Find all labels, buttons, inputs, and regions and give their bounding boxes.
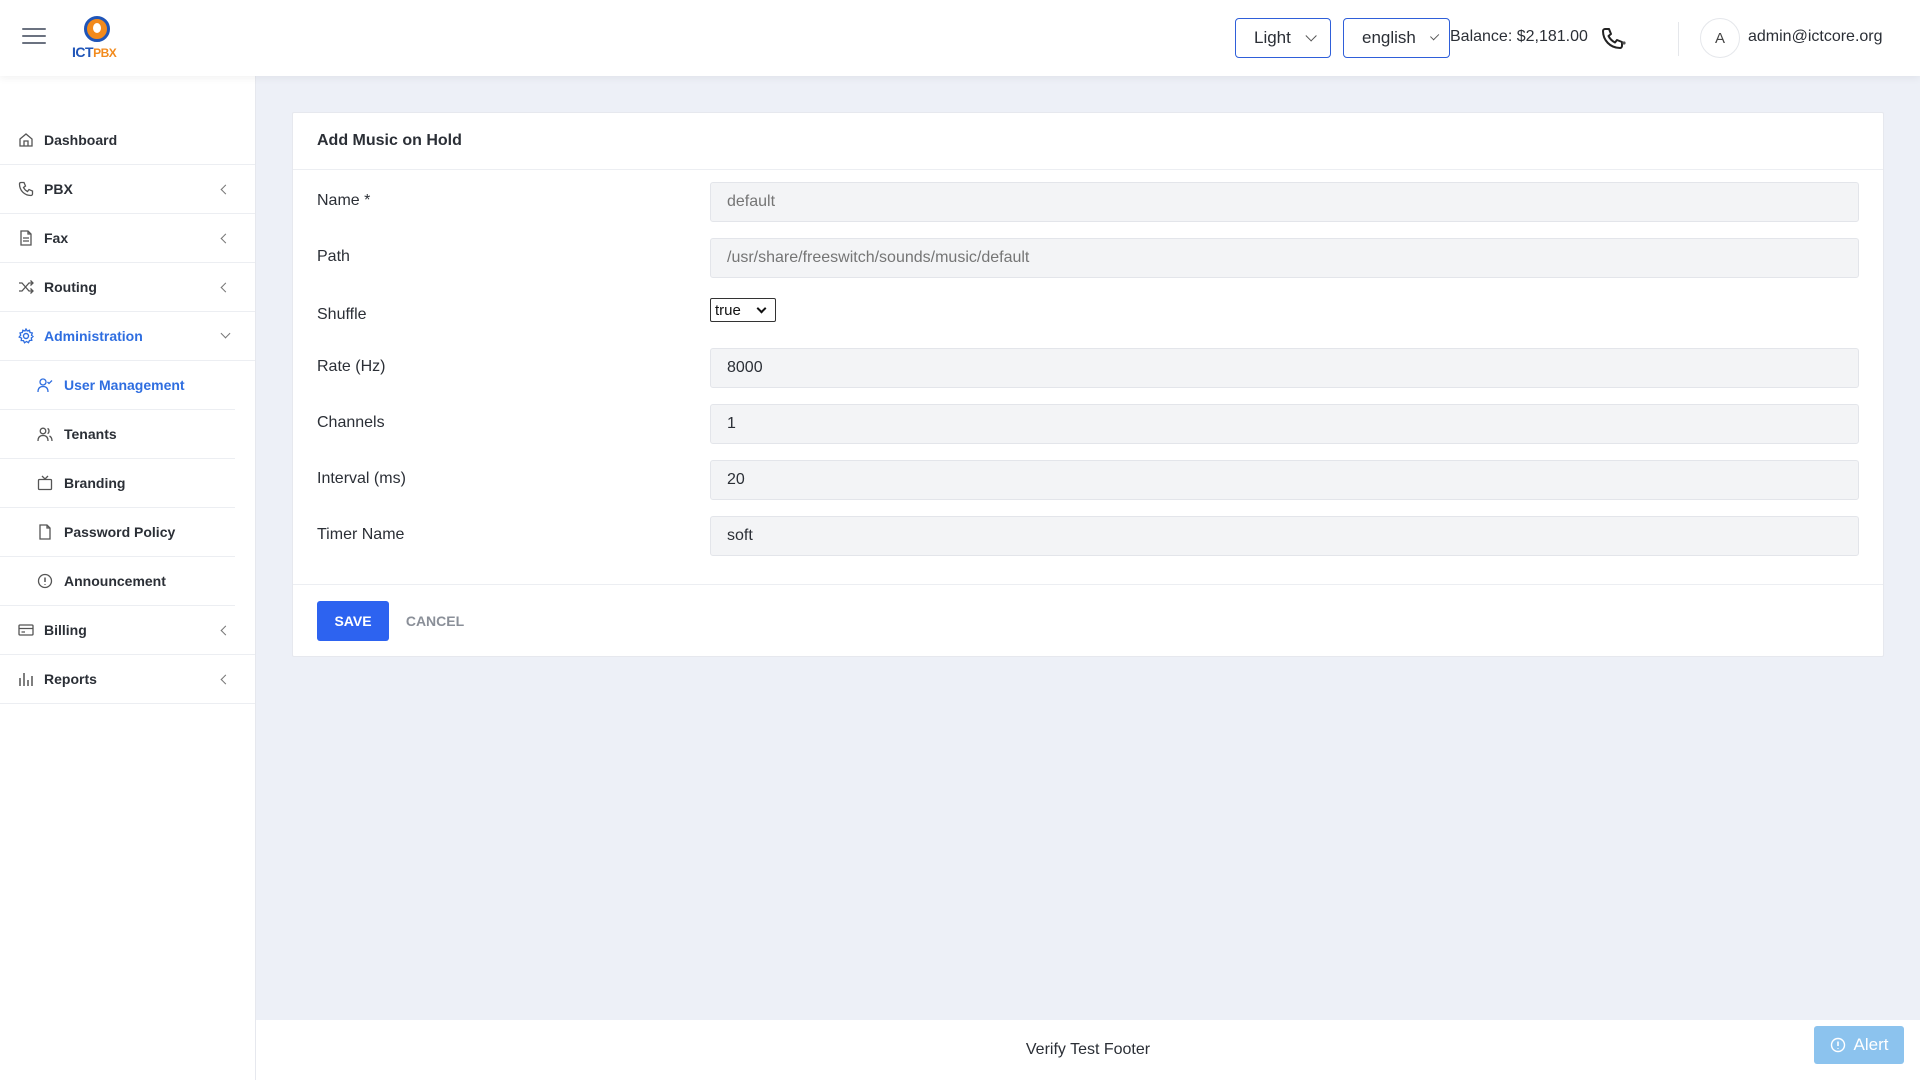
phone-icon[interactable]	[1600, 27, 1626, 49]
form-row-name: Name *	[293, 182, 1883, 222]
form-row-path: Path	[293, 238, 1883, 278]
channels-field[interactable]	[710, 404, 1859, 444]
sidebar-item-administration[interactable]: Administration	[0, 312, 255, 361]
theme-select-value: Light	[1254, 28, 1291, 47]
alert-button[interactable]: Alert	[1814, 1026, 1904, 1064]
user-email[interactable]: admin@ictcore.org	[1748, 28, 1883, 46]
shuffle-icon	[19, 280, 34, 294]
timer-name-field[interactable]	[710, 516, 1859, 556]
save-button[interactable]: SAVE	[317, 601, 389, 641]
path-field[interactable]	[710, 238, 1859, 278]
sidebar-item-billing[interactable]: Billing	[0, 606, 255, 655]
alert-circle-icon	[1830, 1037, 1845, 1053]
credit-card-icon	[18, 624, 34, 636]
shuffle-label: Shuffle	[317, 306, 367, 323]
chevron-down-icon	[1305, 30, 1317, 42]
sidebar-item-label: PBX	[44, 181, 73, 197]
gear-icon	[18, 328, 34, 344]
sidebar-subitem-announcement[interactable]: Announcement	[0, 557, 235, 606]
sidebar-item-pbx[interactable]: PBX	[0, 165, 255, 214]
name-field[interactable]	[710, 182, 1859, 222]
sidebar-item-label: Fax	[44, 230, 69, 246]
file-icon	[39, 524, 51, 540]
sidebar-subitem-user-management[interactable]: User Management	[0, 361, 235, 410]
sidebar-subitem-password-policy[interactable]: Password Policy	[0, 508, 235, 557]
music-on-hold-form-card: Add Music on Hold Name * Path Shuffle tr…	[292, 112, 1884, 657]
phone-icon	[18, 181, 34, 197]
footer-text: Verify Test Footer	[1025, 1041, 1151, 1058]
hamburger-icon[interactable]	[22, 28, 46, 48]
interval-label: Interval (ms)	[317, 470, 406, 487]
rate-field[interactable]	[710, 348, 1859, 388]
language-select[interactable]: english	[1343, 18, 1450, 58]
chevron-left-icon	[220, 184, 231, 195]
balance-display: Balance: $2,181.00	[1450, 28, 1588, 45]
sidebar-subitem-label: User Management	[64, 377, 185, 393]
sidebar-item-dashboard[interactable]: Dashboard	[0, 116, 255, 165]
page-title: Add Music on Hold	[293, 113, 1883, 170]
form-row-interval: Interval (ms)	[293, 460, 1883, 500]
sidebar-item-routing[interactable]: Routing	[0, 263, 255, 312]
header-divider	[1678, 22, 1679, 56]
page-footer: Verify Test Footer	[256, 1020, 1920, 1080]
sidebar: Dashboard PBX Fax Routing Administration…	[0, 76, 256, 1080]
sidebar-subitem-branding[interactable]: Branding	[0, 459, 235, 508]
alert-circle-icon	[37, 573, 53, 589]
alert-label: Alert	[1853, 1035, 1889, 1054]
users-icon	[37, 427, 53, 442]
form-row-shuffle: Shuffle true	[293, 296, 1883, 336]
user-check-icon	[37, 378, 53, 393]
path-label: Path	[317, 248, 350, 265]
form-actions: SAVE CANCEL	[293, 584, 1883, 658]
shuffle-select[interactable]: true	[710, 298, 776, 322]
form-row-rate: Rate (Hz)	[293, 348, 1883, 388]
language-select-value: english	[1362, 28, 1416, 47]
chevron-down-icon	[1429, 31, 1440, 41]
document-icon	[20, 230, 32, 246]
cancel-button[interactable]: CANCEL	[405, 601, 465, 641]
sidebar-subitem-label: Branding	[64, 475, 126, 491]
sidebar-item-label: Dashboard	[44, 132, 118, 148]
top-header: ICTPBX Light english Balance: $2,181.00 …	[0, 0, 1920, 76]
form-row-timer-name: Timer Name	[293, 516, 1883, 556]
chevron-left-icon	[220, 233, 231, 244]
sidebar-subitem-label: Password Policy	[64, 524, 176, 540]
form-row-channels: Channels	[293, 404, 1883, 444]
chevron-left-icon	[220, 282, 231, 293]
sidebar-item-label: Administration	[44, 328, 143, 344]
home-icon	[19, 133, 33, 147]
chevron-left-icon	[220, 674, 231, 685]
name-label: Name *	[317, 192, 371, 209]
channels-label: Channels	[317, 414, 385, 431]
app-logo[interactable]: ICTPBX	[72, 16, 124, 60]
bar-chart-icon	[19, 673, 33, 686]
chevron-down-icon	[756, 303, 767, 314]
sidebar-item-label: Billing	[44, 622, 87, 638]
rate-label: Rate (Hz)	[317, 358, 386, 375]
theme-select[interactable]: Light	[1235, 18, 1331, 58]
sidebar-subitem-label: Tenants	[64, 426, 117, 442]
chevron-left-icon	[220, 625, 231, 636]
sidebar-item-fax[interactable]: Fax	[0, 214, 255, 263]
sidebar-item-reports[interactable]: Reports	[0, 655, 255, 704]
logo-mark	[84, 16, 110, 42]
sidebar-item-label: Reports	[44, 671, 97, 687]
logo-text: ICTPBX	[72, 44, 117, 60]
avatar[interactable]: A	[1700, 18, 1740, 58]
interval-field[interactable]	[710, 460, 1859, 500]
sidebar-item-label: Routing	[44, 279, 97, 295]
shuffle-select-value: true	[715, 301, 741, 319]
sidebar-subitem-label: Announcement	[64, 573, 166, 589]
timer-name-label: Timer Name	[317, 526, 405, 543]
chevron-down-icon	[220, 328, 231, 339]
tv-icon	[37, 475, 53, 491]
sidebar-subitem-tenants[interactable]: Tenants	[0, 410, 235, 459]
